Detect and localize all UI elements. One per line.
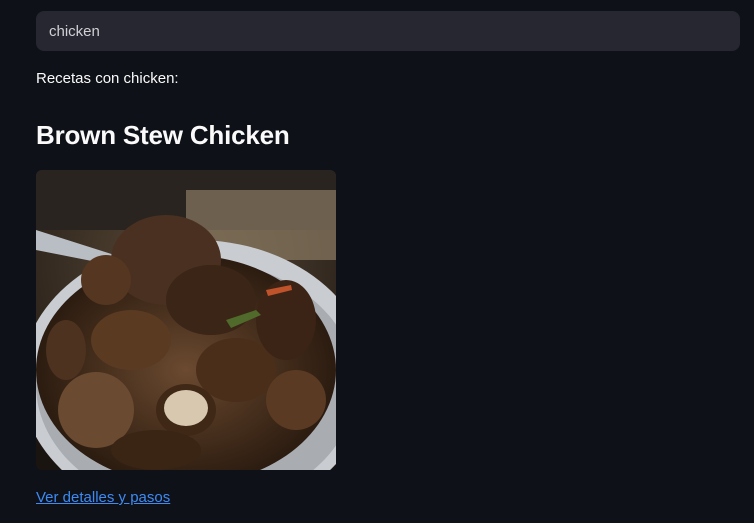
results-label: Recetas con chicken: (36, 70, 179, 87)
recipe-title: Brown Stew Chicken (36, 120, 290, 150)
view-details-link[interactable]: Ver detalles y pasos (36, 489, 170, 506)
recipe-image (36, 170, 336, 470)
search-input[interactable] (36, 11, 740, 51)
app-root: Recetas con chicken: Brown Stew Chicken (0, 0, 754, 523)
